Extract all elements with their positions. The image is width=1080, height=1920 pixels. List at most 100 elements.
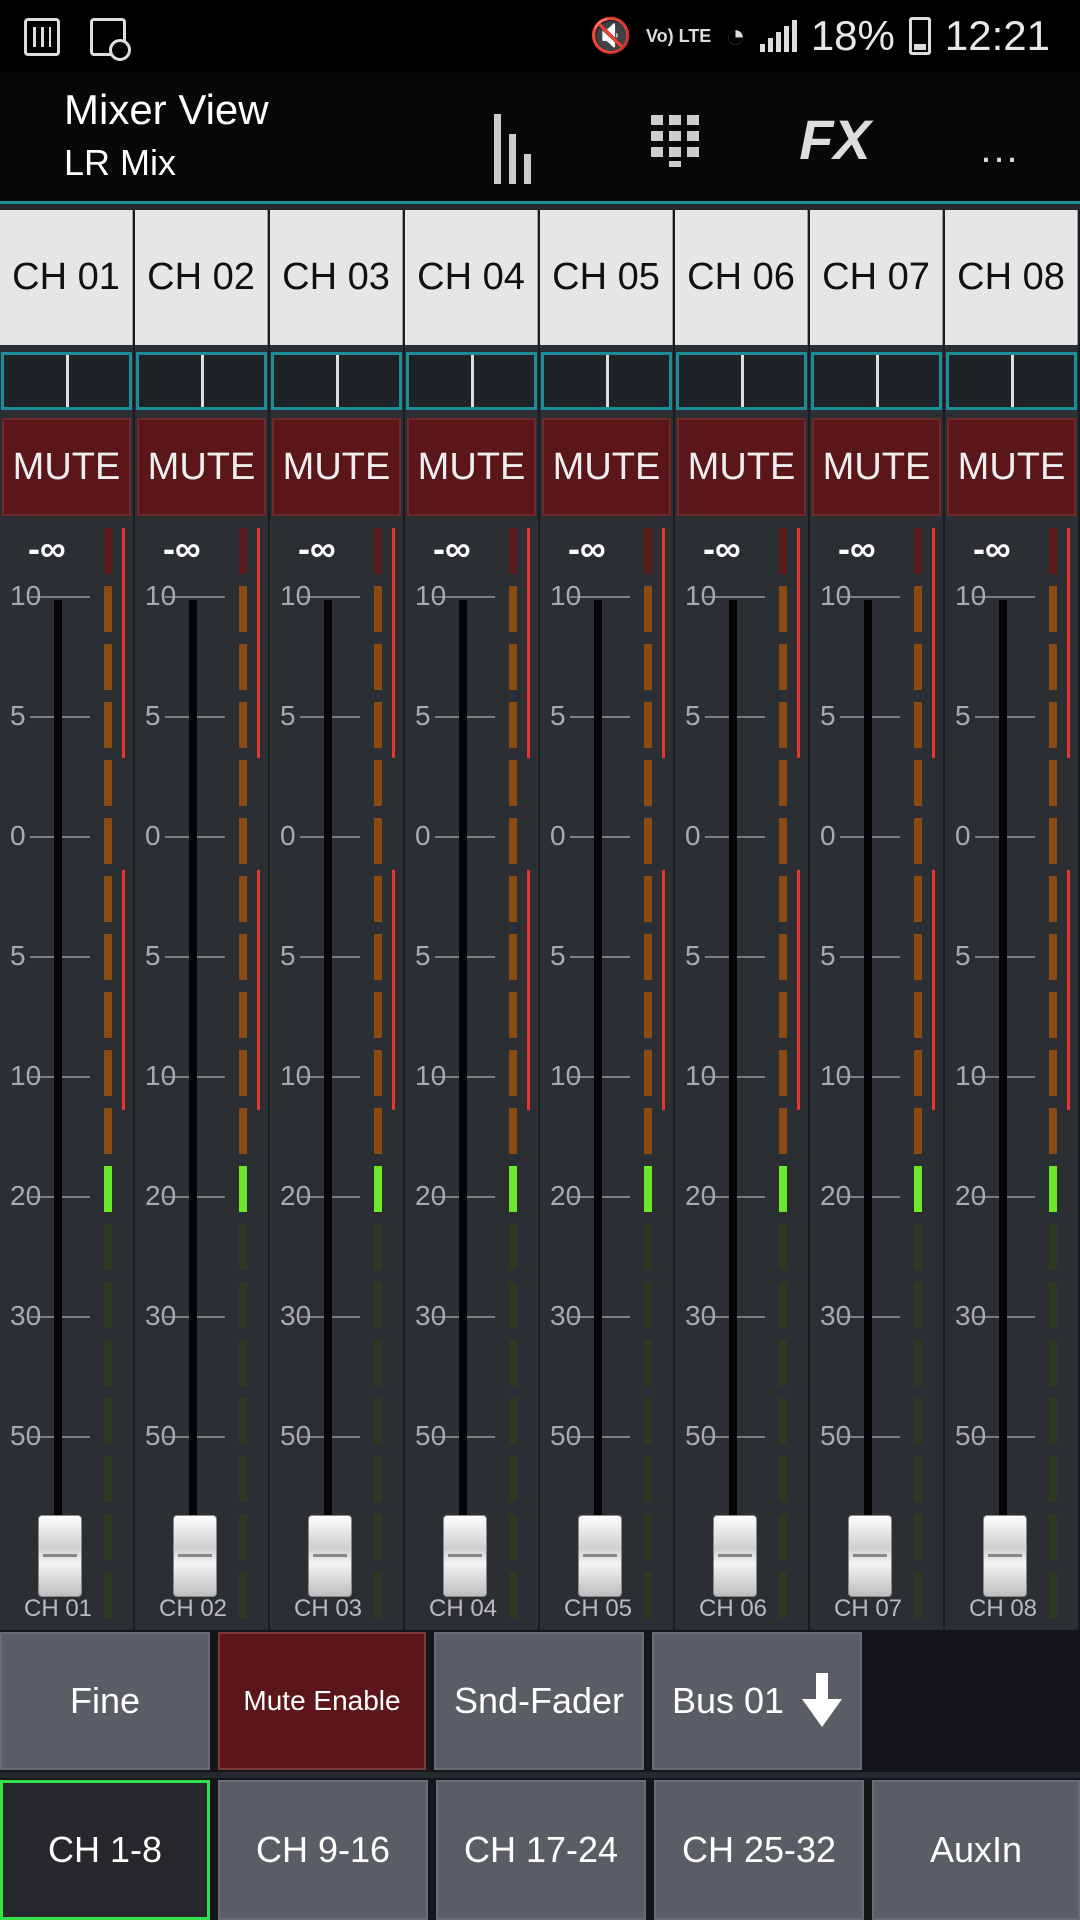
scale-tick-label: 20 [955, 1180, 987, 1211]
meter-segment [914, 1108, 922, 1154]
meter-segment [509, 644, 517, 690]
fader-track[interactable] [324, 600, 332, 1520]
meter-segment [374, 934, 382, 980]
scale-tick-label: 20 [550, 1180, 582, 1211]
scale-tick-label: 5 [280, 940, 296, 971]
scale-tick-label: 5 [685, 700, 701, 731]
fader-track[interactable] [864, 600, 872, 1520]
meter-segment [644, 876, 652, 922]
scale-tick-label: 10 [280, 580, 312, 611]
tab-bank-4[interactable]: CH 25-32 [654, 1780, 864, 1920]
fader-handle[interactable] [848, 1515, 892, 1597]
fader-handle[interactable] [308, 1515, 352, 1597]
fader-track[interactable] [729, 600, 737, 1520]
meter-segment [509, 1108, 517, 1154]
meter-segment [914, 1514, 922, 1560]
meter-segment [239, 1398, 247, 1444]
fader-track[interactable] [999, 600, 1007, 1520]
meter-segment [779, 586, 787, 632]
scale-tick-label: 5 [685, 940, 701, 971]
scale-tick-label: 30 [10, 1300, 42, 1331]
fader-scale: 10 5 0 5 10 20 30 50 [270, 210, 403, 1630]
fader-handle[interactable] [983, 1515, 1027, 1597]
snd-fader-button[interactable]: Snd-Fader [434, 1632, 644, 1770]
meter-segment [914, 876, 922, 922]
fader-track[interactable] [594, 600, 602, 1520]
wifi-icon: ◔ [725, 16, 746, 55]
fader-handle[interactable] [443, 1515, 487, 1597]
scale-tick-label: 30 [955, 1300, 987, 1331]
channel-footer: CH 07 [834, 1595, 903, 1622]
fx-button[interactable]: FX [790, 94, 880, 184]
meter-segment [104, 1456, 112, 1502]
level-meter [1049, 528, 1057, 1618]
meter-segment [914, 760, 922, 806]
clock-app-icon [90, 18, 131, 61]
fine-button[interactable]: Fine [0, 1632, 210, 1770]
bank-tabs: CH 1-8 CH 9-16 CH 17-24 CH 25-32 AuxIn [0, 1778, 1080, 1920]
bus-select-button[interactable]: Bus 01 [652, 1632, 862, 1770]
grid-view-icon[interactable] [640, 94, 710, 184]
meter-segment [779, 1398, 787, 1444]
fader-track[interactable] [54, 600, 62, 1520]
more-icon[interactable]: ... [960, 94, 1040, 184]
scale-tick-label: 10 [10, 580, 42, 611]
meter-segment [914, 1340, 922, 1386]
level-meter [914, 528, 922, 1618]
meter-segment [779, 1514, 787, 1560]
scale-tick-label: 0 [955, 820, 971, 851]
meter-segment [104, 760, 112, 806]
channel-strips: CH 01 MUTE -∞ 10 5 0 5 10 20 30 50 CH 01 CH 02 … [0, 210, 1080, 1630]
meter-segment [374, 1166, 382, 1212]
channel-strip: CH 03 MUTE -∞ 10 5 0 5 10 20 30 50 CH 03 [270, 210, 405, 1630]
meter-segment [374, 992, 382, 1038]
scale-tick-label: 0 [685, 820, 701, 851]
bars-view-icon[interactable] [482, 94, 542, 184]
meter-segment [779, 528, 787, 574]
fader-handle[interactable] [173, 1515, 217, 1597]
channel-strip: CH 02 MUTE -∞ 10 5 0 5 10 20 30 50 CH 02 [135, 210, 270, 1630]
scale-tick-label: 5 [820, 940, 836, 971]
meter-segment [1049, 1282, 1057, 1328]
meter-segment [779, 1456, 787, 1502]
channel-footer: CH 02 [159, 1595, 228, 1622]
meter-segment [914, 1456, 922, 1502]
meter-segment [509, 818, 517, 864]
tab-bank-1[interactable]: CH 1-8 [0, 1780, 210, 1920]
scale-tick-label: 30 [685, 1300, 717, 1331]
fader-handle[interactable] [713, 1515, 757, 1597]
tab-bank-auxin[interactable]: AuxIn [872, 1780, 1080, 1920]
channel-footer: CH 03 [294, 1595, 363, 1622]
scale-tick-label: 5 [955, 940, 971, 971]
meter-segment [509, 1050, 517, 1096]
tab-bank-3[interactable]: CH 17-24 [436, 1780, 646, 1920]
meter-segment [509, 528, 517, 574]
meter-segment [779, 1224, 787, 1270]
fader-handle[interactable] [578, 1515, 622, 1597]
scale-tick-label: 10 [685, 580, 717, 611]
meter-segment [104, 586, 112, 632]
control-row: Fine Mute Enable Snd-Fader Bus 01 [0, 1630, 1080, 1772]
meter-segment [779, 760, 787, 806]
peak-indicator [392, 870, 395, 1110]
meter-segment [914, 586, 922, 632]
meter-segment [239, 1224, 247, 1270]
meter-segment [644, 1572, 652, 1618]
meter-segment [644, 586, 652, 632]
channel-strip: CH 04 MUTE -∞ 10 5 0 5 10 20 30 50 CH 04 [405, 210, 540, 1630]
meter-segment [239, 876, 247, 922]
mute-enable-button[interactable]: Mute Enable [218, 1632, 426, 1770]
meter-segment [509, 934, 517, 980]
meter-segment [779, 702, 787, 748]
tab-bank-2[interactable]: CH 9-16 [218, 1780, 428, 1920]
peak-indicator [932, 528, 935, 758]
fader-handle[interactable] [38, 1515, 82, 1597]
scale-tick-label: 10 [955, 580, 987, 611]
meter-segment [779, 1166, 787, 1212]
fader-track[interactable] [189, 600, 197, 1520]
meter-segment [779, 1108, 787, 1154]
meter-segment [644, 992, 652, 1038]
meter-segment [644, 760, 652, 806]
meter-segment [239, 1456, 247, 1502]
fader-track[interactable] [459, 600, 467, 1520]
